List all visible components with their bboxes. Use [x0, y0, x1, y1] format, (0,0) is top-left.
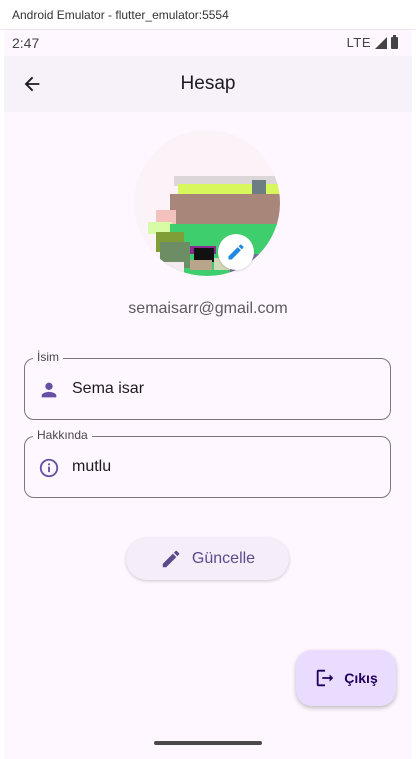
avatar[interactable] [134, 130, 280, 276]
network-type: LTE [346, 35, 371, 50]
name-input[interactable] [72, 359, 372, 419]
name-field[interactable]: İsim [24, 350, 391, 420]
signal-icon [375, 37, 387, 49]
logout-button[interactable]: Çıkış [296, 650, 396, 706]
update-button-label: Güncelle [191, 550, 256, 567]
info-icon [37, 456, 61, 480]
logout-icon [317, 669, 334, 687]
pencil-icon [228, 244, 244, 260]
pencil-icon [162, 550, 180, 568]
about-input[interactable] [72, 437, 372, 497]
status-bar: 2:47 LTE [4, 30, 412, 56]
battery-icon [391, 35, 398, 49]
logout-button-label: Çıkış [344, 670, 378, 686]
status-time: 2:47 [12, 35, 40, 51]
about-field[interactable]: Hakkında [24, 428, 391, 498]
name-field-label: İsim [33, 350, 63, 364]
update-button[interactable]: Güncelle [126, 538, 289, 580]
profile-email: semaisarr@gmail.com [128, 300, 288, 317]
edit-avatar-button[interactable] [218, 234, 254, 270]
person-icon [37, 378, 61, 402]
phone-screen: 2:47 LTE Hesap semaisarr@gmail.com İsim … [4, 30, 412, 759]
avatar-container [134, 130, 280, 276]
emulator-window-title: Android Emulator - flutter_emulator:5554 [0, 0, 416, 30]
page-title: Hesap [180, 73, 236, 94]
status-indicators: LTE [347, 30, 398, 56]
gesture-navigation-bar[interactable] [154, 741, 262, 745]
app-bar: Hesap [4, 56, 412, 112]
